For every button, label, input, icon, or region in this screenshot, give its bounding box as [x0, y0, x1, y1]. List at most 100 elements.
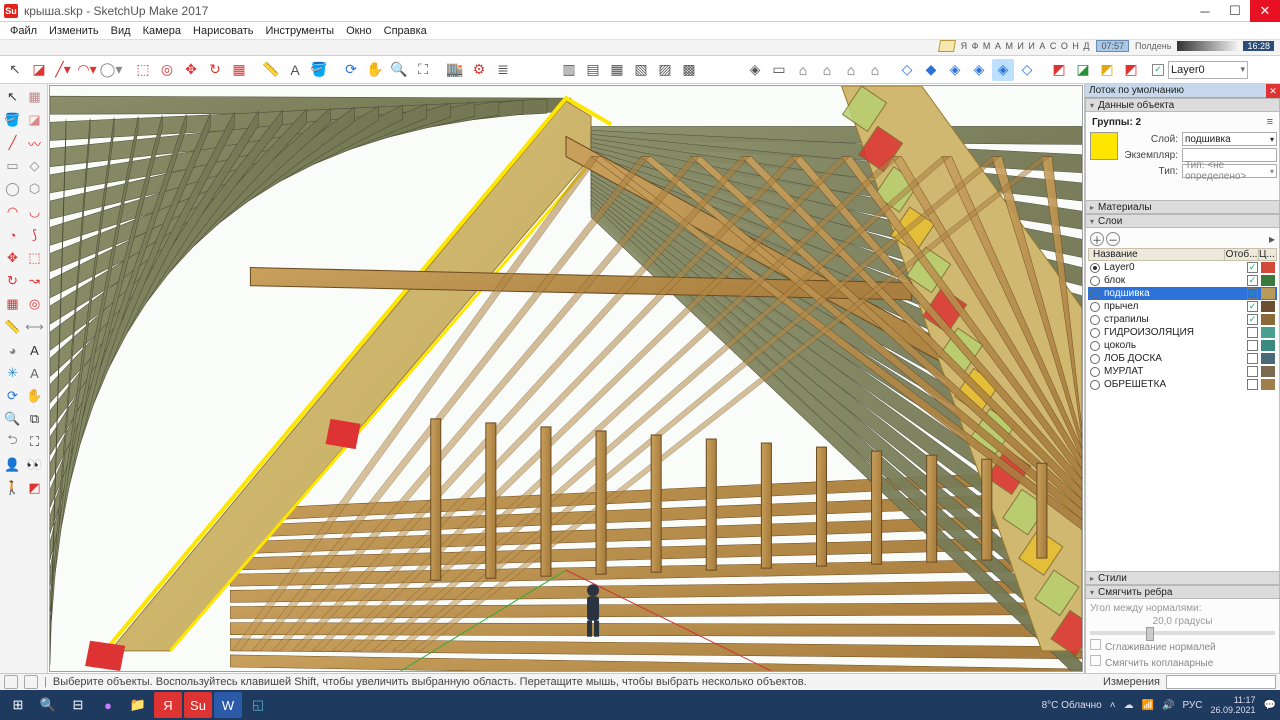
offset-tool[interactable]: ◎	[24, 293, 45, 315]
top-view-icon[interactable]: ▭	[768, 59, 790, 81]
paint-tool[interactable]: 🪣	[2, 109, 23, 131]
layer-visible-check[interactable]: ✓	[1247, 288, 1258, 299]
app-icon-1[interactable]: ●	[94, 692, 122, 718]
maximize-button[interactable]: ☐	[1220, 0, 1250, 22]
left-view-icon[interactable]: ⌂	[864, 59, 886, 81]
arc-tool[interactable]: ◠	[2, 201, 23, 223]
onedrive-icon[interactable]: ☁	[1124, 700, 1134, 711]
entity-layer-dropdown[interactable]: подшивка	[1182, 132, 1277, 146]
layer-visible-check[interactable]: ✓	[1152, 64, 1164, 76]
layer-color-swatch[interactable]	[1261, 314, 1275, 325]
pushpull-tool[interactable]: ⬚	[132, 59, 154, 81]
layer-row[interactable]: цоколь	[1088, 339, 1277, 352]
layer-add-icon[interactable]: ＋	[1090, 232, 1104, 246]
protractor-tool[interactable]: ◕	[2, 339, 23, 361]
layer-row[interactable]: ЛОБ ДОСКА	[1088, 352, 1277, 365]
style-shaded-icon[interactable]: ◈	[944, 59, 966, 81]
iso-view-icon[interactable]: ◈	[744, 59, 766, 81]
sketchup-taskbar-icon[interactable]: Su	[184, 692, 212, 718]
rotrect-tool[interactable]: ◇	[24, 155, 45, 177]
dim-tool[interactable]: ⟷	[24, 316, 45, 338]
layer-color-swatch[interactable]	[1261, 366, 1275, 377]
layer-visible-check[interactable]: ✓	[1247, 301, 1258, 312]
section-icon[interactable]: ◩	[1048, 59, 1070, 81]
rect-tool[interactable]: ▭	[2, 155, 23, 177]
layer-visible-check[interactable]: ✓	[1247, 275, 1258, 286]
layer-color-swatch[interactable]	[1261, 262, 1275, 273]
right-view-icon[interactable]: ⌂	[816, 59, 838, 81]
circle-tool[interactable]: ◯	[2, 178, 23, 200]
layers-icon[interactable]: ≣	[492, 59, 514, 81]
paint-tool[interactable]: 🪣	[308, 59, 330, 81]
tray-chevron-icon[interactable]: ˄	[1110, 700, 1116, 711]
layer-row[interactable]: Layer0 ✓	[1088, 261, 1277, 274]
style-mono-icon[interactable]: ◈	[992, 59, 1014, 81]
layer-radio[interactable]	[1090, 354, 1100, 364]
layer-menu-icon[interactable]: ▸	[1269, 232, 1275, 246]
soften-smooth-check[interactable]	[1090, 639, 1101, 650]
menu-нарисовать[interactable]: Нарисовать	[189, 25, 257, 37]
start-button[interactable]: ⊞	[4, 692, 32, 718]
layer-color-swatch[interactable]	[1261, 275, 1275, 286]
notifications-icon[interactable]: 💬	[1264, 700, 1276, 711]
menu-изменить[interactable]: Изменить	[45, 25, 103, 37]
text-tool[interactable]: A	[24, 339, 45, 361]
measurements-input[interactable]	[1166, 675, 1276, 689]
wifi-icon[interactable]: 📶	[1142, 700, 1154, 711]
layer-row[interactable]: подшивка ✓	[1088, 287, 1277, 300]
explorer-icon[interactable]: 📁	[124, 692, 152, 718]
layer-color-swatch[interactable]	[1261, 353, 1275, 364]
section-tool[interactable]: ◩	[24, 477, 45, 499]
layer-radio[interactable]	[1090, 315, 1100, 325]
yandex-icon[interactable]: Я	[154, 692, 182, 718]
entity-info-header[interactable]: Данные объекта	[1085, 98, 1280, 112]
language-indicator[interactable]: РУС	[1182, 700, 1202, 711]
layer-row[interactable]: страпилы ✓	[1088, 313, 1277, 326]
menu-вид[interactable]: Вид	[107, 25, 135, 37]
layer-dropdown[interactable]: Layer0	[1168, 61, 1248, 79]
clock[interactable]: 11:1726.09.2021	[1211, 695, 1256, 715]
move-tool[interactable]: ✥	[180, 59, 202, 81]
soften-slider[interactable]	[1090, 631, 1275, 635]
tape-tool[interactable]: 📏	[260, 59, 282, 81]
layer-color-swatch[interactable]	[1261, 288, 1275, 299]
line-tool[interactable]: ╱▾	[52, 59, 74, 81]
move-tool[interactable]: ✥	[2, 247, 23, 269]
rotate-tool[interactable]: ↻	[2, 270, 23, 292]
layer-visible-check[interactable]	[1247, 327, 1258, 338]
menu-камера[interactable]: Камера	[139, 25, 185, 37]
layers-header[interactable]: Слои	[1085, 214, 1280, 228]
tray-title[interactable]: Лоток по умолчанию ✕	[1085, 84, 1280, 98]
layer-color-swatch[interactable]	[1261, 301, 1275, 312]
text-tool[interactable]: A	[284, 59, 306, 81]
layer-visible-check[interactable]	[1247, 353, 1258, 364]
pie-tool[interactable]: ◔	[2, 224, 23, 246]
layer-radio[interactable]	[1090, 367, 1100, 377]
offset-tool[interactable]: ◎	[156, 59, 178, 81]
solid-subtract-icon[interactable]: ▧	[630, 59, 652, 81]
layer-visible-check[interactable]	[1247, 379, 1258, 390]
shape-tool[interactable]: ◯▾	[100, 59, 122, 81]
lookaround-tool[interactable]: 👀	[24, 454, 45, 476]
menu-инструменты[interactable]: Инструменты	[261, 25, 338, 37]
geo-icon[interactable]	[4, 675, 18, 689]
layer-radio[interactable]	[1090, 302, 1100, 312]
menu-окно[interactable]: Окно	[342, 25, 376, 37]
word-icon[interactable]: W	[214, 692, 242, 718]
eraser-tool[interactable]: ◪	[24, 109, 45, 131]
tape-tool[interactable]: 📏	[2, 316, 23, 338]
soften-header[interactable]: Смягчить ребра	[1085, 585, 1280, 599]
layer-remove-icon[interactable]: －	[1106, 232, 1120, 246]
orbit-tool[interactable]: ⟳	[2, 385, 23, 407]
model-viewport[interactable]	[49, 85, 1083, 672]
orbit-tool[interactable]: ⟳	[340, 59, 362, 81]
back-view-icon[interactable]: ⌂	[840, 59, 862, 81]
solid-split-icon[interactable]: ▩	[678, 59, 700, 81]
menu-файл[interactable]: Файл	[6, 25, 41, 37]
layer-radio[interactable]	[1090, 276, 1100, 286]
scale-tool[interactable]: ▦	[228, 59, 250, 81]
minimize-button[interactable]: ─	[1190, 0, 1220, 22]
style-wire-icon[interactable]: ◇	[896, 59, 918, 81]
layers-list[interactable]: Layer0 ✓ блок ✓ подшивка ✓ прычел ✓ стра…	[1088, 261, 1277, 569]
extension-icon[interactable]: ⚙	[468, 59, 490, 81]
